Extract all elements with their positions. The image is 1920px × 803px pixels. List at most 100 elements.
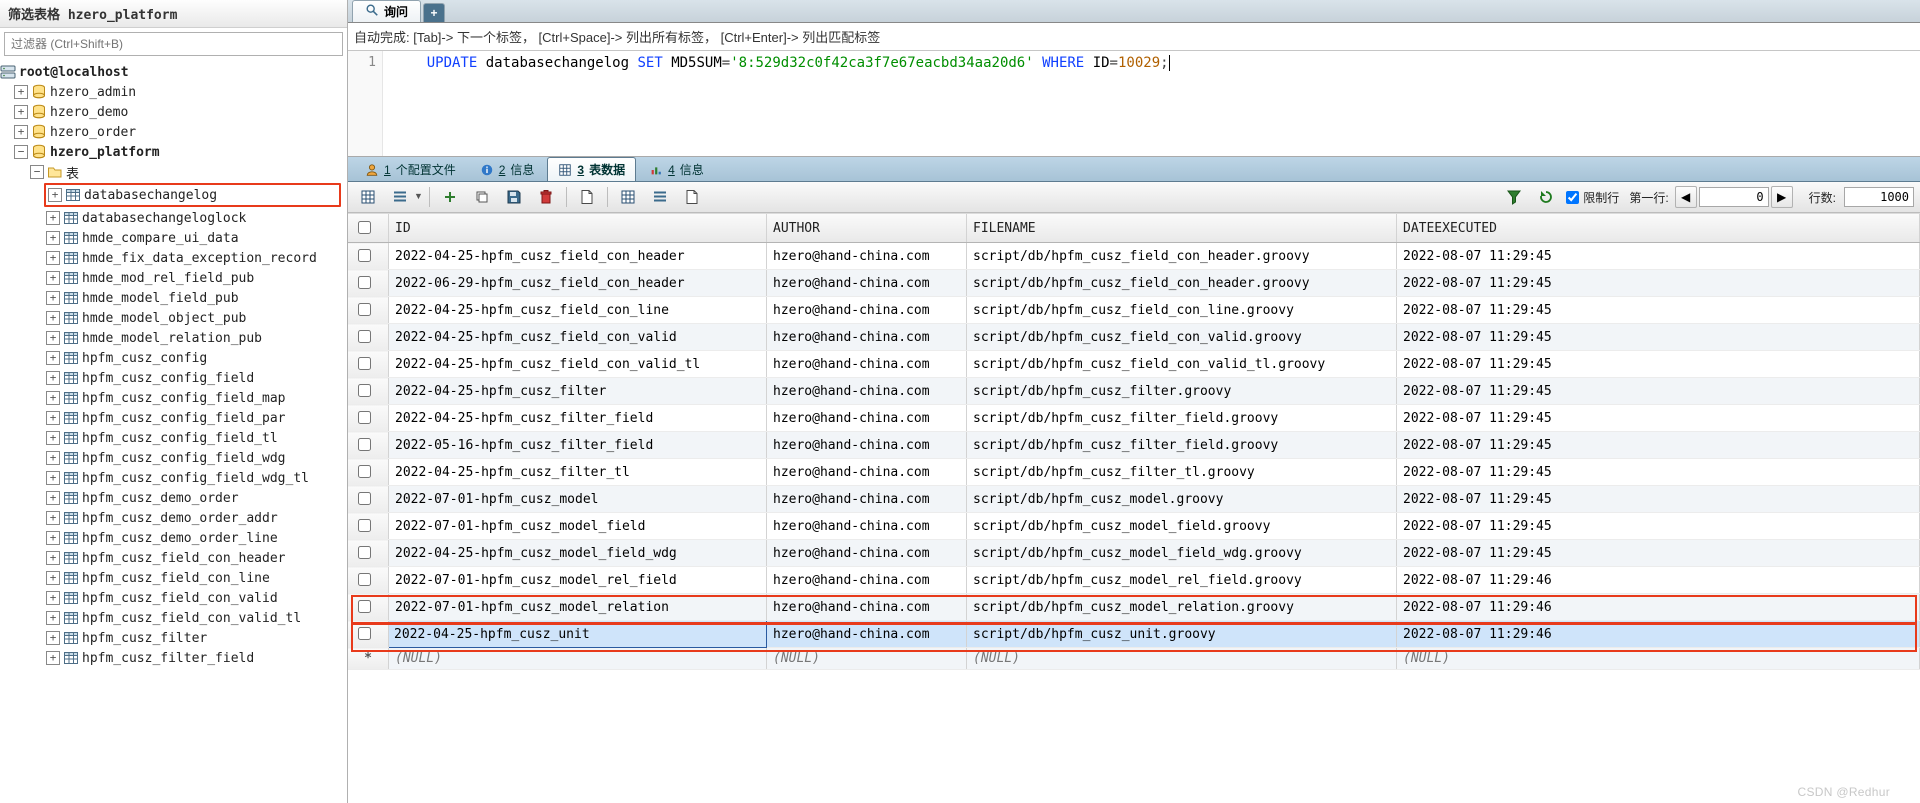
cell-id[interactable]: 2022-04-25-hpfm_cusz_filter_tl [389,459,767,486]
tree-node-table-highlight[interactable]: + databasechangelog [44,183,341,207]
expand-icon[interactable]: + [46,631,60,645]
expand-icon[interactable]: + [46,531,60,545]
cell-filename[interactable]: script/db/hpfm_cusz_filter_field.groovy [967,405,1397,432]
row-checkbox[interactable] [348,459,389,486]
tree-node-table[interactable]: +hmde_model_object_pub [0,308,347,328]
toolbar-form-view-button[interactable] [386,185,414,209]
tree-node-db[interactable]: + hzero_order [0,122,347,142]
table-row[interactable]: 2022-04-25-hpfm_cusz_model_field_wdghzer… [348,540,1920,567]
cell-author[interactable]: hzero@hand-china.com [767,378,967,405]
collapse-icon[interactable]: − [14,145,28,159]
tree-node-table[interactable]: +hpfm_cusz_config_field_wdg_tl [0,468,347,488]
toolbar-export-button[interactable] [573,185,601,209]
table-row-null[interactable]: *(NULL)(NULL)(NULL)(NULL) [348,648,1920,670]
tree-node-table[interactable]: +hpfm_cusz_demo_order [0,488,347,508]
toolbar-save-button[interactable] [500,185,528,209]
cell-author[interactable]: hzero@hand-china.com [767,621,967,648]
expand-icon[interactable]: + [46,551,60,565]
table-row[interactable]: 2022-04-25-hpfm_cusz_filterhzero@hand-ch… [348,378,1920,405]
tab-tabledata[interactable]: 3 表数据 [547,157,636,181]
cell-author[interactable]: hzero@hand-china.com [767,459,967,486]
row-checkbox[interactable] [348,378,389,405]
tree-node-table[interactable]: +hpfm_cusz_config_field [0,368,347,388]
cell-id[interactable]: 2022-04-25-hpfm_cusz_model_field_wdg [389,540,767,567]
tab-query[interactable]: 询问 [352,0,421,22]
cell-author[interactable]: hzero@hand-china.com [767,405,967,432]
tree-node-root[interactable]: root@localhost [0,62,347,82]
tree-node-table[interactable]: +hpfm_cusz_field_con_valid [0,588,347,608]
table-row[interactable]: 2022-05-16-hpfm_cusz_filter_fieldhzero@h… [348,432,1920,459]
cell-filename[interactable]: script/db/hpfm_cusz_model.groovy [967,486,1397,513]
tree-node-table[interactable]: +hmde_model_field_pub [0,288,347,308]
toolbar-delete-button[interactable] [532,185,560,209]
tree-node-table[interactable]: +hpfm_cusz_field_con_line [0,568,347,588]
tree-node-db[interactable]: + hzero_admin [0,82,347,102]
row-checkbox[interactable] [348,297,389,324]
tree-node-table[interactable]: +hpfm_cusz_filter_field [0,648,347,668]
cell-id[interactable]: 2022-04-25-hpfm_cusz_field_con_valid_tl [389,351,767,378]
cell-filename[interactable]: (NULL) [967,648,1397,670]
expand-icon[interactable]: + [14,125,28,139]
cell-author[interactable]: hzero@hand-china.com [767,324,967,351]
cell-id[interactable]: 2022-04-25-hpfm_cusz_filter_field [389,405,767,432]
row-checkbox[interactable] [348,405,389,432]
expand-icon[interactable]: + [46,591,60,605]
header-filename[interactable]: FILENAME [967,214,1397,243]
header-author[interactable]: AUTHOR [767,214,967,243]
tree-node-table[interactable]: +databasechangeloglock [0,208,347,228]
cell-author[interactable]: hzero@hand-china.com [767,486,967,513]
expand-icon[interactable]: + [46,351,60,365]
cell-dateexec[interactable]: 2022-08-07 11:29:45 [1397,540,1920,567]
cell-author[interactable]: hzero@hand-china.com [767,540,967,567]
tree-node-table[interactable]: +hmde_mod_rel_field_pub [0,268,347,288]
row-checkbox[interactable] [348,270,389,297]
expand-icon[interactable]: + [14,85,28,99]
cell-dateexec[interactable]: 2022-08-07 11:29:45 [1397,297,1920,324]
cell-filename[interactable]: script/db/hpfm_cusz_field_con_valid.groo… [967,324,1397,351]
toolbar-columns-button[interactable] [646,185,674,209]
cell-id[interactable]: 2022-07-01-hpfm_cusz_model [389,486,767,513]
expand-icon[interactable]: + [46,211,60,225]
header-checkbox[interactable] [348,214,389,243]
cell-author[interactable]: hzero@hand-china.com [767,432,967,459]
cell-filename[interactable]: script/db/hpfm_cusz_field_con_header.gro… [967,243,1397,270]
table-row[interactable]: 2022-04-25-hpfm_cusz_field_con_valid_tlh… [348,351,1920,378]
cell-id[interactable]: 2022-04-25-hpfm_cusz_unit [389,621,767,648]
collapse-icon[interactable]: − [30,165,44,179]
cell-dateexec[interactable]: 2022-08-07 11:29:45 [1397,459,1920,486]
tree-node-table[interactable]: +hpfm_cusz_filter [0,628,347,648]
cell-filename[interactable]: script/db/hpfm_cusz_model_rel_field.groo… [967,567,1397,594]
cell-author[interactable]: hzero@hand-china.com [767,243,967,270]
expand-icon[interactable]: + [48,188,62,202]
cell-dateexec[interactable]: 2022-08-07 11:29:45 [1397,351,1920,378]
tree-node-table[interactable]: +hmde_fix_data_exception_record [0,248,347,268]
tree-node-db[interactable]: + hzero_demo [0,102,347,122]
row-checkbox[interactable] [348,324,389,351]
toolbar-copy-button[interactable] [468,185,496,209]
cell-author[interactable]: (NULL) [767,648,967,670]
table-row[interactable]: 2022-06-29-hpfm_cusz_field_con_headerhze… [348,270,1920,297]
table-row[interactable]: 2022-04-25-hpfm_cusz_filter_fieldhzero@h… [348,405,1920,432]
data-grid[interactable]: ID AUTHOR FILENAME DATEEXECUTED 2022-04-… [348,213,1920,803]
expand-icon[interactable]: + [46,291,60,305]
cell-dateexec[interactable]: 2022-08-07 11:29:45 [1397,243,1920,270]
cell-id[interactable]: 2022-04-25-hpfm_cusz_field_con_line [389,297,767,324]
row-checkbox[interactable] [348,567,389,594]
expand-icon[interactable]: + [46,571,60,585]
tree-node-table[interactable]: +hpfm_cusz_config_field_par [0,408,347,428]
expand-icon[interactable]: + [46,611,60,625]
cell-author[interactable]: hzero@hand-china.com [767,270,967,297]
sql-code[interactable]: UPDATE databasechangelog SET MD5SUM='8:5… [383,51,1188,156]
cell-filename[interactable]: script/db/hpfm_cusz_model_field.groovy [967,513,1397,540]
tree-node-table[interactable]: +hmde_compare_ui_data [0,228,347,248]
expand-icon[interactable]: + [46,251,60,265]
table-row[interactable]: 2022-07-01-hpfm_cusz_model_relationhzero… [348,594,1920,621]
table-row[interactable]: 2022-07-01-hpfm_cusz_model_fieldhzero@ha… [348,513,1920,540]
cell-filename[interactable]: script/db/hpfm_cusz_model_field_wdg.groo… [967,540,1397,567]
expand-icon[interactable]: + [46,371,60,385]
cell-dateexec[interactable]: 2022-08-07 11:29:45 [1397,270,1920,297]
row-checkbox[interactable] [348,432,389,459]
header-dateexec[interactable]: DATEEXECUTED [1397,214,1920,243]
table-row[interactable]: 2022-04-25-hpfm_cusz_unithzero@hand-chin… [348,621,1920,648]
cell-dateexec[interactable]: 2022-08-07 11:29:45 [1397,324,1920,351]
